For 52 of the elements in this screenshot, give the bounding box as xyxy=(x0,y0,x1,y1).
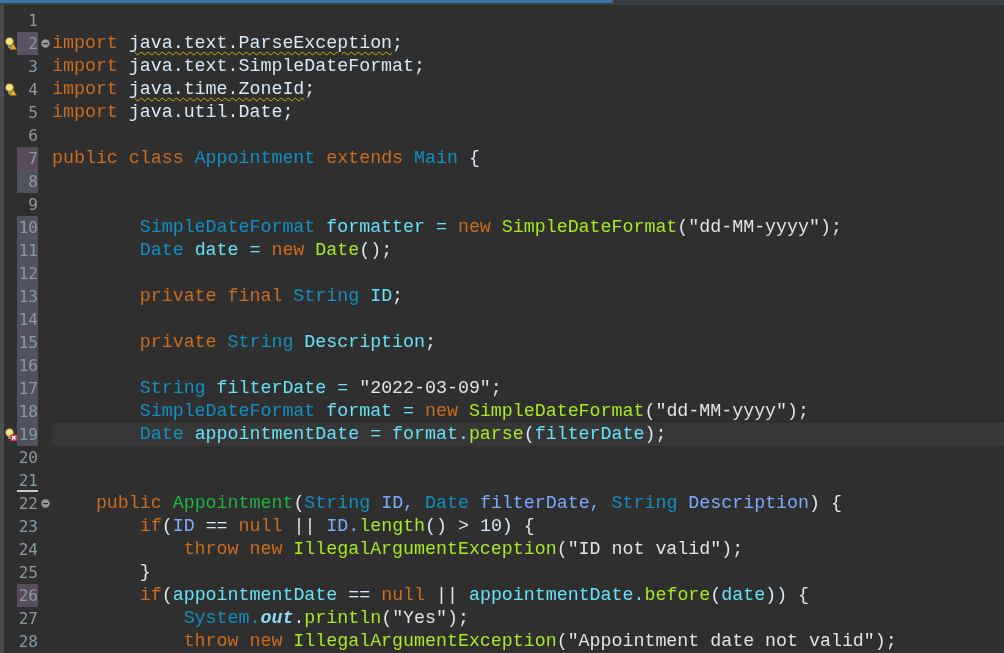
line-number: 20 xyxy=(17,447,38,469)
code-line: public Appointment(String ID, Date filterDate, String Description) { xyxy=(94,492,842,515)
line-number: 17 xyxy=(17,377,38,400)
line-number: 23 xyxy=(17,516,38,538)
line-number: 5 xyxy=(27,102,38,124)
code-line: if(appointmentDate == null || appointmentDate.before(date)) { xyxy=(138,584,810,607)
line-number: 19 xyxy=(17,423,38,446)
code-line: import java.time.ZoneId; xyxy=(52,78,316,101)
code-line: throw new IllegalArgumentException("Appointment date not valid"); xyxy=(182,630,897,653)
code-line: import java.util.Date; xyxy=(52,101,294,124)
code-line: SimpleDateFormat formatter = new SimpleDateFormat("dd-MM-yyyy"); xyxy=(138,216,842,239)
code-line: Date appointmentDate = format.parse(filterDate); xyxy=(138,423,667,446)
line-number: 10 xyxy=(17,216,38,239)
line-number: 18 xyxy=(17,400,38,423)
fold-toggle-icon[interactable] xyxy=(40,499,50,508)
line-number: 11 xyxy=(17,239,38,262)
line-number: 25 xyxy=(17,562,38,584)
line-number: 13 xyxy=(17,285,38,308)
line-number: 6 xyxy=(27,125,38,147)
line-number: 1 xyxy=(27,10,38,32)
line-number: 24 xyxy=(17,539,38,561)
line-number: 16 xyxy=(17,354,38,377)
code-line: Date date = new Date(); xyxy=(138,239,393,262)
code-line: import java.text.SimpleDateFormat; xyxy=(52,55,425,78)
code-line: System.out.println("Yes"); xyxy=(182,607,469,630)
code-line: SimpleDateFormat format = new SimpleDateFormat("dd-MM-yyyy"); xyxy=(138,400,809,423)
line-number: 4 xyxy=(27,79,38,101)
line-number: 8 xyxy=(17,170,38,193)
warning-bulb-icon[interactable] xyxy=(4,37,17,50)
line-number: 22 xyxy=(17,493,38,515)
line-number: 9 xyxy=(27,194,38,216)
line-number: 28 xyxy=(17,631,38,653)
code-line: if(ID == null || ID.length() > 10) { xyxy=(138,515,535,538)
line-number: 3 xyxy=(27,56,38,78)
code-line: throw new IllegalArgumentException("ID not valid"); xyxy=(182,538,744,561)
line-number: 2 xyxy=(17,32,38,55)
code-line: } xyxy=(138,561,151,584)
code-line: import java.text.ParseException; xyxy=(52,32,404,55)
line-number: 14 xyxy=(17,308,38,331)
line-number: 21 xyxy=(17,469,38,492)
line-number: 27 xyxy=(17,608,38,630)
code-line: String filterDate = "2022-03-09"; xyxy=(138,377,502,400)
code-line: public class Appointment extends Main { xyxy=(52,147,480,170)
line-number: 12 xyxy=(17,262,38,285)
code-line: private String Description; xyxy=(138,331,436,354)
line-number: 7 xyxy=(17,147,38,170)
error-bulb-icon[interactable] xyxy=(4,428,17,441)
warning-bulb-icon[interactable] xyxy=(4,83,17,96)
code-line: private final String ID; xyxy=(138,285,404,308)
line-number: 26 xyxy=(17,584,38,607)
fold-toggle-icon[interactable] xyxy=(40,39,50,48)
line-number: 15 xyxy=(17,331,38,354)
